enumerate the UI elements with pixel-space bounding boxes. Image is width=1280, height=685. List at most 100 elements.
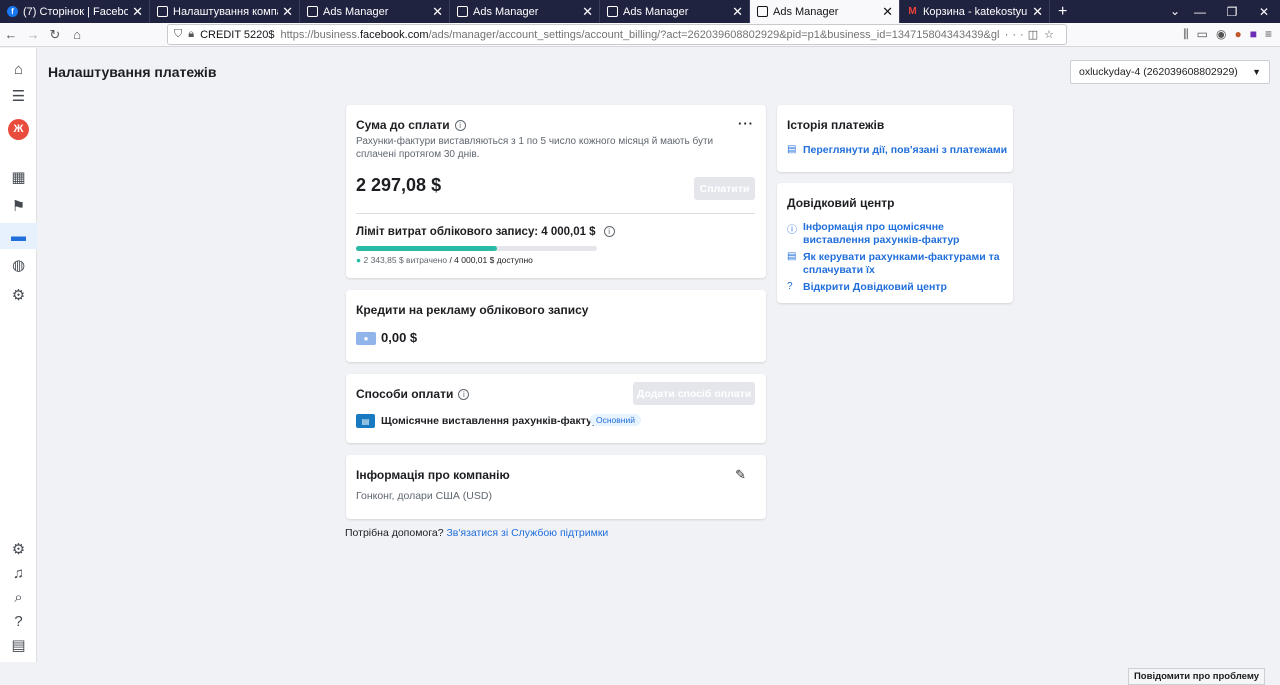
payment-history-link[interactable]: ▤ Переглянути дії, пов'язані з платежами — [787, 144, 1007, 156]
payment-methods-title: Способи оплати i — [356, 387, 470, 401]
menu-icon[interactable]: ☰ — [0, 83, 37, 109]
home-icon[interactable]: ⌂ — [66, 27, 88, 42]
browser-tab[interactable]: Ads Manager ✕ — [600, 0, 750, 23]
tab-list-icon[interactable]: ⌄ — [1170, 4, 1180, 18]
ads-icon — [607, 6, 618, 17]
info-icon[interactable]: i — [454, 120, 466, 132]
tab-title: Ads Manager — [323, 5, 389, 18]
help-center-card: Довідковий центр ⓘ Інформація про щоміся… — [777, 183, 1013, 303]
account-selector-value: oxluckyday-4 (262039608802929) — [1079, 66, 1238, 78]
home-icon[interactable]: ⌂ — [0, 56, 37, 82]
primary-badge: Основний — [590, 414, 641, 426]
avatar[interactable]: Ж — [0, 116, 37, 142]
payment-history-title: Історія платежів — [787, 118, 885, 132]
new-tab-button[interactable]: + — [1050, 0, 1075, 23]
sidebar-icon[interactable]: ▭ — [1197, 27, 1208, 42]
tab-title: Ads Manager — [773, 5, 839, 18]
help-icon: ? — [787, 281, 793, 292]
forward-icon[interactable]: → — [22, 27, 44, 42]
tab-title: Налаштування компанії — [173, 5, 278, 18]
maximize-icon[interactable]: ❐ — [1216, 0, 1248, 23]
menu-icon[interactable]: ≡ — [1265, 27, 1272, 42]
ads-campaigns-icon[interactable]: ▦ — [0, 164, 37, 190]
bell-icon[interactable]: ♫ — [0, 560, 37, 586]
gmail-icon: M — [908, 6, 917, 17]
spending-progress-fill — [356, 246, 498, 251]
url-text: https://business.facebook.com/ads/manage… — [280, 28, 999, 41]
extension-icon[interactable]: ■ — [1250, 27, 1257, 42]
ads-icon — [307, 6, 318, 17]
ad-credits-title: Кредити на рекламу облікового запису — [356, 303, 589, 317]
page-title: Налаштування платежів — [48, 64, 217, 80]
site-identity-label: CREDIT 5220$ — [200, 28, 275, 41]
tab-title: Ads Manager — [473, 5, 539, 18]
minimize-icon[interactable]: — — [1184, 0, 1216, 23]
help-link-monthly-invoicing[interactable]: ⓘ Інформація про щомісячне виставлення р… — [787, 221, 1005, 247]
toolbar-right: ⫼ ▭ ◉ ● ■ ≡ — [1183, 27, 1272, 42]
browser-tab[interactable]: Ads Manager ✕ — [450, 0, 600, 23]
billing-card-icon[interactable]: ▬ — [0, 223, 37, 249]
receipt-icon: ▤ — [787, 144, 797, 155]
close-window-icon[interactable]: ✕ — [1248, 0, 1280, 23]
tab-title: (7) Сторінок | Facebook — [23, 5, 129, 18]
edit-pencil-icon[interactable]: ✎ — [735, 467, 746, 483]
ad-credits-amount: 0,00 $ — [381, 330, 418, 345]
settings-list-icon[interactable]: ⚙ — [0, 282, 37, 308]
account-selector[interactable]: oxluckyday-4 (262039608802929) ▼ — [1070, 60, 1270, 84]
globe-icon[interactable]: ◍ — [0, 252, 37, 278]
close-tab-icon[interactable]: ✕ — [582, 4, 593, 20]
spending-summary: ● 2 343,85 $ витрачено / 4 000,01 $ дост… — [356, 255, 533, 265]
close-tab-icon[interactable]: ✕ — [1032, 4, 1043, 20]
divider — [356, 213, 755, 214]
tab-title: Ads Manager — [623, 5, 689, 18]
back-icon[interactable]: ← — [0, 27, 22, 42]
close-tab-icon[interactable]: ✕ — [882, 4, 893, 20]
browser-tab-active[interactable]: Ads Manager ✕ — [750, 0, 900, 23]
add-payment-method-button[interactable]: Додати спосіб оплати — [633, 382, 755, 405]
flag-icon[interactable]: ⚑ — [0, 193, 37, 219]
info-icon[interactable]: i — [603, 226, 615, 238]
close-tab-icon[interactable]: ✕ — [432, 4, 443, 20]
gear-icon[interactable]: ⚙ — [0, 536, 37, 562]
company-info-details: Гонконг, долари США (USD) — [356, 490, 492, 502]
page-actions-icon[interactable]: ··· — [1005, 29, 1028, 41]
tab-title: Корзина - katekostyuk.iamkk — [923, 5, 1028, 18]
amount-due-title: Сума до сплати i — [356, 118, 466, 132]
browser-tab[interactable]: Ads Manager ✕ — [300, 0, 450, 23]
more-options-icon[interactable]: ··· — [738, 116, 754, 131]
bookmark-star-icon[interactable]: ☆ — [1044, 28, 1054, 41]
browser-tab[interactable]: f (7) Сторінок | Facebook ✕ — [0, 0, 150, 23]
facebook-icon: f — [7, 6, 18, 17]
amount-due-description: Рахунки-фактури виставляються з 1 по 5 ч… — [356, 136, 714, 160]
account-icon[interactable]: ◉ — [1216, 27, 1226, 42]
help-icon[interactable]: ? — [0, 608, 37, 634]
help-link-open-help-center[interactable]: ? Відкрити Довідковий центр — [787, 281, 1005, 294]
pay-button[interactable]: Сплатити — [694, 177, 755, 200]
credit-icon: ● — [356, 332, 376, 345]
reload-icon[interactable]: ↻ — [44, 27, 66, 43]
close-tab-icon[interactable]: ✕ — [132, 4, 143, 20]
ads-icon — [757, 6, 768, 17]
panel-icon[interactable]: ▤ — [0, 632, 37, 658]
help-center-links: ⓘ Інформація про щомісячне виставлення р… — [787, 221, 1005, 298]
lock-icon[interactable]: 🔒︎ — [188, 28, 194, 41]
help-link-manage-invoices[interactable]: ▤ Як керувати рахунками-фактурами та спл… — [787, 251, 1005, 277]
window-controls: — ❐ ✕ — [1184, 0, 1280, 23]
close-tab-icon[interactable]: ✕ — [732, 4, 743, 20]
browser-tab[interactable]: M Корзина - katekostyuk.iamkk ✕ — [900, 0, 1050, 23]
amount-due-card: Сума до сплати i ··· Рахунки-фактури вист… — [346, 105, 766, 278]
report-problem-button[interactable]: Повідомити про проблему — [1127, 668, 1265, 685]
info-icon[interactable]: i — [458, 389, 470, 401]
url-bar[interactable]: ⛉ 🔒︎ CREDIT 5220$ https://business.faceb… — [167, 24, 1067, 45]
library-icon[interactable]: ⫼ — [1183, 27, 1189, 42]
invoice-icon: ▤ — [787, 251, 797, 262]
contact-support-link[interactable]: Зв'язатися зі Службою підтримки — [446, 527, 608, 539]
search-icon[interactable]: ⌕ — [0, 584, 37, 610]
close-tab-icon[interactable]: ✕ — [282, 4, 293, 20]
extension-icon[interactable]: ● — [1234, 27, 1241, 42]
pocket-icon[interactable]: ◫ — [1028, 28, 1038, 41]
info-icon: ⓘ — [787, 225, 797, 236]
left-rail: ⌂ ☰ Ж ▦ ⚑ ▬ ◍ ⚙ ⚙ ♫ ⌕ ? ▤ — [0, 48, 37, 662]
browser-tab[interactable]: Налаштування компанії ✕ — [150, 0, 300, 23]
shield-icon[interactable]: ⛉ — [174, 28, 182, 41]
